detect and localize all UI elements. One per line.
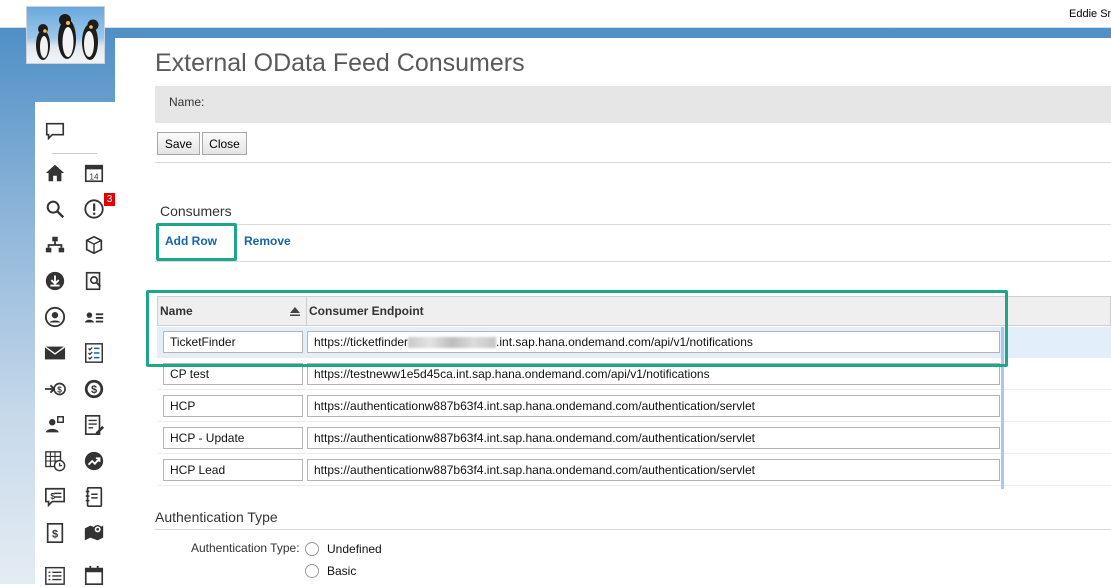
org-chart-icon[interactable] [43,233,67,257]
edit-document-icon[interactable] [82,413,106,437]
consumer-name-cell[interactable]: HCP - Update [163,427,303,449]
user-settings-icon[interactable] [43,413,67,437]
authentication-section-title: Authentication Type [155,509,278,525]
close-button[interactable]: Close [202,132,247,155]
name-label: Name: [169,95,205,109]
consumer-endpoint-cell[interactable]: https://authenticationw887b63f4.int.sap.… [307,427,1000,449]
radio-button[interactable] [305,564,319,578]
consumer-name-cell[interactable]: HCP [163,395,303,417]
sidebar-divider [52,153,97,154]
table-row[interactable]: HCP https://authenticationw887b63f4.int.… [157,391,1111,422]
report-search-icon[interactable] [82,269,106,293]
main-panel: External OData Feed Consumers Name: Save… [115,38,1111,584]
add-row-highlight [156,223,237,261]
authentication-title-divider [155,529,1111,530]
consumer-endpoint-cell[interactable]: https://authenticationw887b63f4.int.sap.… [307,395,1000,417]
remove-link[interactable]: Remove [244,234,291,248]
person-icon[interactable] [43,305,67,329]
chat-icon[interactable] [43,119,67,143]
save-button[interactable]: Save [157,132,200,155]
svg-text:$: $ [52,529,58,541]
grid-highlight [146,290,1008,367]
radio-option-undefined[interactable]: Undefined [305,542,382,556]
toolbar-divider [155,162,1111,163]
search-icon[interactable] [43,197,67,221]
home-icon[interactable] [43,161,67,185]
list-icon[interactable] [43,563,67,587]
top-bar: Eddie Sm [0,0,1111,28]
radio-label: Undefined [327,542,382,556]
consumers-title-divider [155,224,1111,225]
user-name[interactable]: Eddie Sm [1069,8,1111,20]
consumers-toolbar-divider [155,261,1111,262]
page-title: External OData Feed Consumers [155,49,525,77]
checklist-icon[interactable] [82,341,106,365]
table-row[interactable]: HCP Lead https://authenticationw887b63f4… [157,455,1111,486]
quote-icon[interactable]: $ [43,485,67,509]
app-sidebar: 14 $ $ $ $ [35,102,115,587]
package-icon[interactable] [82,233,106,257]
calendar-small-icon[interactable] [82,563,106,587]
contact-list-icon[interactable] [82,305,106,329]
dollar-circle-icon[interactable]: $ [82,377,106,401]
name-band: Name: [155,86,1111,123]
notification-badge: 3 [104,193,115,206]
mail-icon[interactable] [43,341,67,365]
download-icon[interactable] [43,269,67,293]
notebook-icon[interactable] [82,485,106,509]
company-logo[interactable] [26,6,105,64]
authentication-type-label: Authentication Type: [191,541,300,555]
map-pin-icon[interactable] [82,521,106,545]
svg-text:14: 14 [89,172,99,181]
alert-icon[interactable] [82,197,106,221]
consumer-name-cell[interactable]: HCP Lead [163,459,303,481]
radio-button[interactable] [305,542,319,556]
svg-text:$: $ [57,386,62,395]
consumers-section-title: Consumers [160,203,232,219]
radio-label: Basic [327,564,357,578]
transfer-money-icon[interactable]: $ [43,377,67,401]
svg-text:$: $ [91,384,97,396]
calendar-icon[interactable]: 14 [82,161,106,185]
growth-icon[interactable] [82,449,106,473]
radio-option-basic[interactable]: Basic [305,564,356,578]
invoice-icon[interactable]: $ [43,521,67,545]
schedule-grid-icon[interactable] [43,449,67,473]
table-row[interactable]: HCP - Update https://authenticationw887b… [157,423,1111,454]
consumer-endpoint-cell[interactable]: https://authenticationw887b63f4.int.sap.… [307,459,1000,481]
